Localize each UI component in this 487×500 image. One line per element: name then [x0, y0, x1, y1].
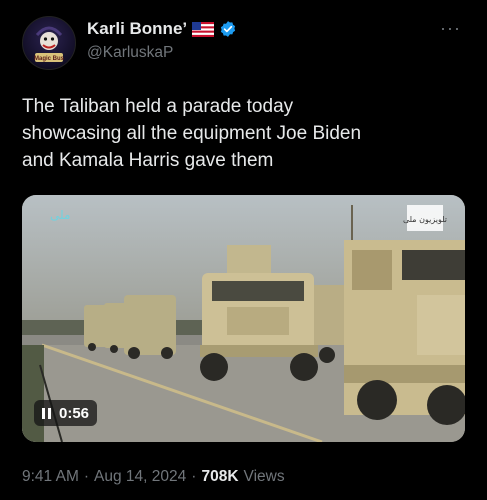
author-handle[interactable]: @KarluskaP [87, 44, 173, 62]
us-flag-icon [192, 21, 215, 37]
avatar-text: Magic Bus [34, 56, 65, 62]
author-display-name[interactable]: Karli Bonne’ [87, 19, 187, 39]
channel-logo: ملی [50, 208, 70, 222]
verified-badge-icon[interactable] [219, 20, 237, 38]
post-time[interactable]: 9:41 AM [22, 468, 79, 486]
post-date[interactable]: Aug 14, 2024 [94, 468, 186, 486]
tweet-line: and Kamala Harris gave them [22, 150, 274, 171]
tweet-line: The Taliban held a parade today [22, 96, 294, 117]
avatar[interactable]: Magic Bus [22, 16, 76, 70]
views-label: Views [243, 468, 285, 485]
author-name-row[interactable]: Karli Bonne’ [87, 19, 237, 39]
video-duration: 0:56 [59, 404, 90, 422]
views-count[interactable]: 708K [201, 468, 238, 486]
more-options-button[interactable]: ··· [440, 18, 461, 39]
meta-separator: · [191, 468, 197, 485]
video-time-badge[interactable]: 0:56 [34, 400, 98, 426]
tweet-meta: 9:41 AM · Aug 14, 2024 · 708K Views [22, 468, 285, 486]
pause-icon[interactable] [42, 407, 51, 419]
broadcaster-watermark: تلویزیون ملی [403, 215, 447, 224]
tweet-line: showcasing all the equipment Joe Biden [22, 123, 362, 144]
tweet-text: The Taliban held a parade today showcasi… [22, 93, 462, 174]
meta-separator: · [83, 468, 90, 485]
avatar-image: Magic Bus [34, 26, 65, 62]
